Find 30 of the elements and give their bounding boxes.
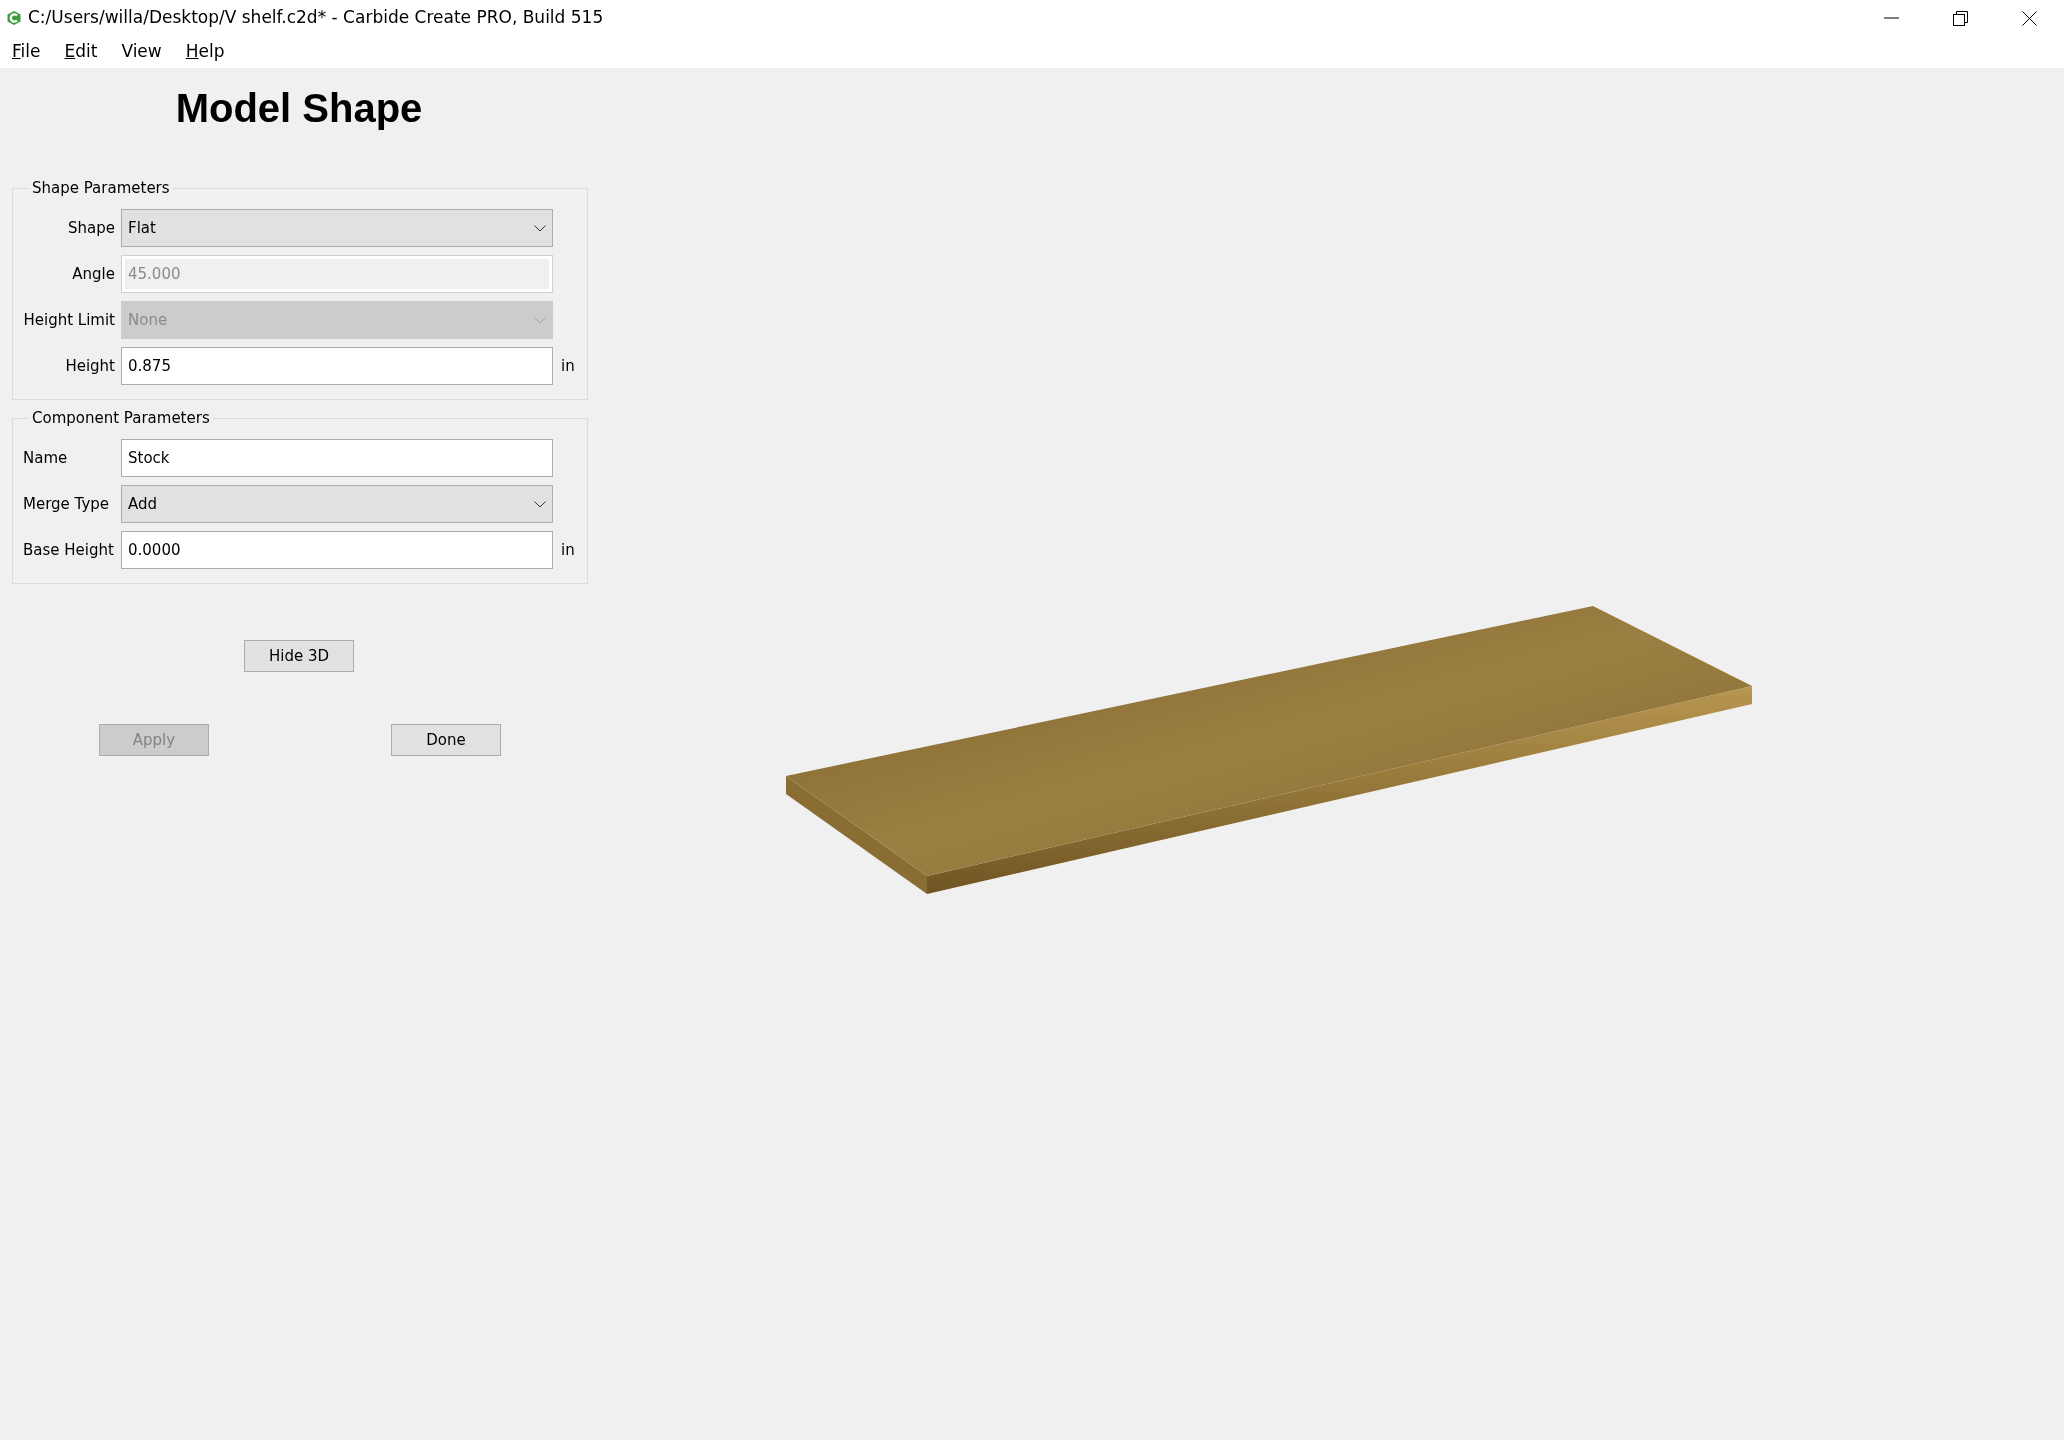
chevron-down-icon bbox=[534, 500, 546, 508]
field-label: Name bbox=[23, 447, 69, 469]
window-title: C:/Users/willa/Desktop/V shelf.c2d* - Carbide Create PRO, Build 515 bbox=[28, 6, 604, 30]
dropdown: None bbox=[121, 301, 553, 339]
field-label: Shape bbox=[67, 217, 115, 239]
dropdown[interactable]: Flat bbox=[121, 209, 553, 247]
unit-label: in bbox=[561, 539, 575, 561]
input-field[interactable]: Stock bbox=[121, 439, 553, 477]
chevron-down-icon bbox=[534, 316, 546, 324]
app-logo-icon bbox=[6, 10, 22, 26]
unit-label: in bbox=[561, 355, 575, 377]
menu-item[interactable]: View bbox=[115, 39, 168, 65]
menu-item[interactable]: Edit bbox=[58, 39, 104, 65]
input-field: 45.000 bbox=[121, 255, 553, 293]
chevron-down-icon bbox=[534, 224, 546, 232]
restore-icon[interactable] bbox=[1953, 10, 1968, 26]
menu-item[interactable]: Help bbox=[179, 39, 231, 65]
input-field[interactable]: 0.0000 bbox=[121, 531, 553, 569]
field-label: Height Limit bbox=[23, 309, 115, 331]
menu-item[interactable]: File bbox=[6, 39, 47, 65]
close-icon[interactable] bbox=[2022, 10, 2037, 26]
field-label: Angle bbox=[71, 263, 115, 285]
field-label: Base Height bbox=[23, 539, 115, 561]
field-label: Height bbox=[64, 355, 115, 377]
dialog-heading: Model Shape bbox=[174, 85, 424, 132]
input-field[interactable]: 0.875 bbox=[121, 347, 553, 385]
dialog-button[interactable]: Done bbox=[391, 724, 501, 756]
field-label: Merge Type bbox=[23, 493, 111, 515]
dropdown[interactable]: Add bbox=[121, 485, 553, 523]
hide-3d-button[interactable]: Hide 3D bbox=[244, 640, 354, 672]
